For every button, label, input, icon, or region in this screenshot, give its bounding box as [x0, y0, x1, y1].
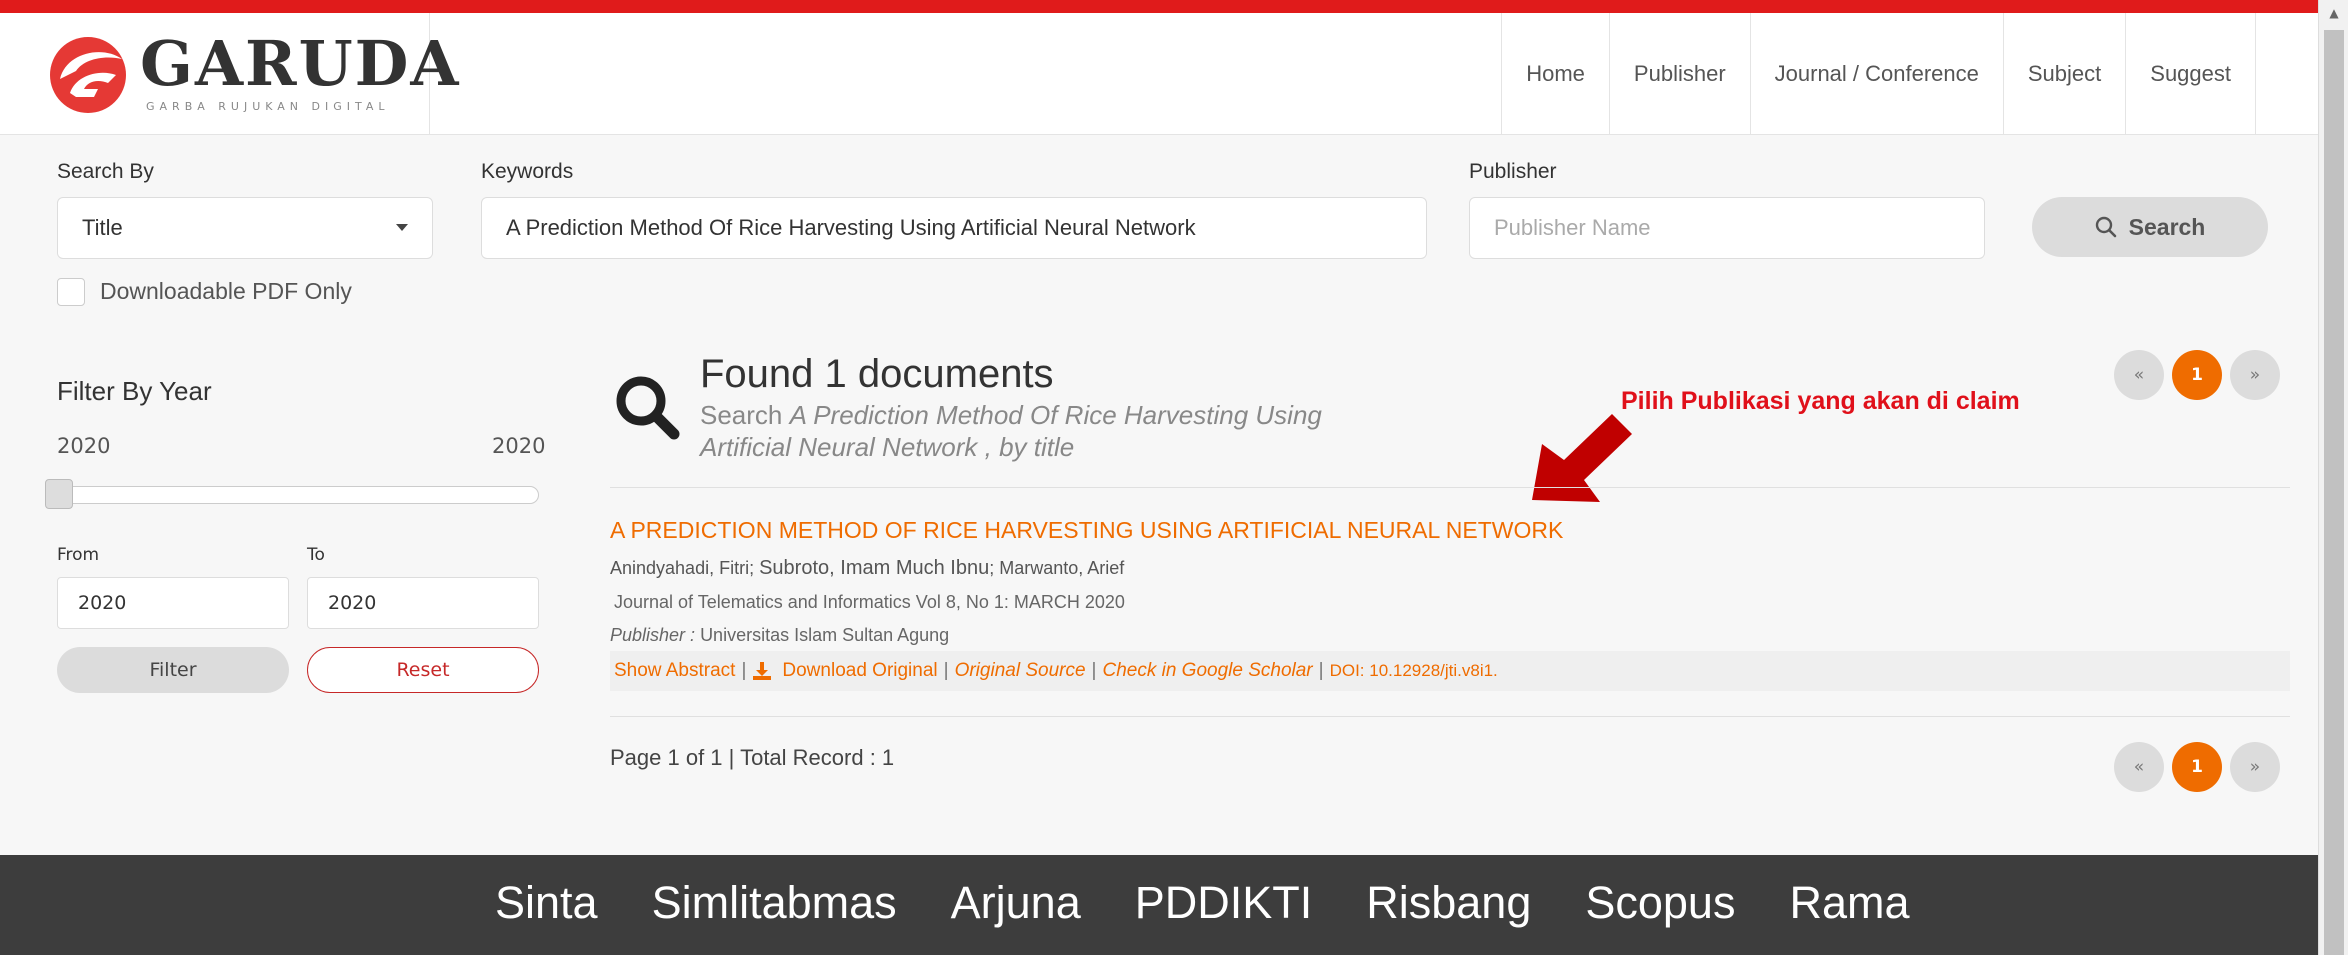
year-slider-handle[interactable]	[45, 479, 73, 509]
year-range-max: 2020	[492, 434, 546, 458]
publisher-prefix: Publisher :	[610, 625, 696, 645]
chevron-down-icon	[396, 224, 408, 231]
author-link[interactable]: Marwanto, Arief	[999, 558, 1124, 578]
keywords-input[interactable]: A Prediction Method Of Rice Harvesting U…	[481, 197, 1427, 259]
annotation-text: Pilih Publikasi yang akan di claim	[1621, 387, 2020, 415]
brand-name: GARUDA	[140, 27, 461, 100]
downloadable-pdf-checkbox[interactable]	[57, 278, 85, 306]
pagination-page-1[interactable]: 1	[2172, 350, 2222, 400]
footer-link-rama[interactable]: Rama	[1789, 877, 1909, 929]
author-link[interactable]: Subroto, Imam Much Ibnu	[759, 557, 989, 579]
show-abstract-link[interactable]: Show Abstract	[614, 660, 735, 682]
pagination-prev-button[interactable]: «	[2114, 350, 2164, 400]
main-nav: Home Publisher Journal / Conference Subj…	[1501, 13, 2256, 135]
separator: |	[1091, 660, 1097, 681]
found-documents-title: Found 1 documents	[700, 352, 1054, 396]
scrollbar-thumb[interactable]	[2324, 30, 2344, 955]
from-label: From	[57, 545, 100, 565]
nav-suggest[interactable]: Suggest	[2125, 13, 2256, 135]
download-original-link[interactable]: Download Original	[782, 660, 937, 682]
page-info: Page 1 of 1 | Total Record : 1	[610, 745, 895, 770]
footer-links: Sinta Simlitabmas Arjuna PDDIKTI Risbang…	[495, 877, 1910, 929]
results-divider-top	[610, 487, 2290, 488]
separator: |	[943, 660, 949, 681]
footer-link-pddikti[interactable]: PDDIKTI	[1135, 877, 1313, 929]
footer-link-scopus[interactable]: Scopus	[1585, 877, 1735, 929]
result-authors: Anindyahadi, Fitri; Subroto, Imam Much I…	[610, 557, 1125, 579]
footer-link-sinta[interactable]: Sinta	[495, 877, 598, 929]
footer-link-risbang[interactable]: Risbang	[1366, 877, 1531, 929]
search-summary-query: A Prediction Method Of Rice Harvesting U…	[789, 400, 1322, 430]
search-button[interactable]: Search	[2032, 197, 2268, 257]
publisher-input[interactable]: Publisher Name	[1469, 197, 1985, 259]
download-icon[interactable]	[752, 661, 772, 681]
downloadable-pdf-label[interactable]: Downloadable PDF Only	[100, 278, 352, 305]
pagination-top: « 1 »	[2114, 350, 2280, 400]
doi-link[interactable]: DOI: 10.12928/jti.v8i1.	[1330, 661, 1498, 681]
original-source-link[interactable]: Original Source	[955, 660, 1086, 682]
to-label: To	[307, 545, 325, 565]
search-icon	[2095, 216, 2116, 238]
garuda-logo-icon	[50, 37, 126, 113]
year-range-min: 2020	[57, 434, 111, 458]
footer-link-simlitabmas[interactable]: Simlitabmas	[652, 877, 897, 929]
separator: |	[1318, 660, 1324, 681]
keywords-label: Keywords	[481, 160, 574, 183]
nav-journal-conference[interactable]: Journal / Conference	[1749, 13, 2003, 135]
search-button-label: Search	[2128, 213, 2206, 240]
to-year-input[interactable]: 2020	[307, 577, 539, 629]
google-scholar-link[interactable]: Check in Google Scholar	[1102, 660, 1312, 682]
filter-button[interactable]: Filter	[57, 647, 289, 693]
nav-home[interactable]: Home	[1501, 13, 1609, 135]
publisher-name: Universitas Islam Sultan Agung	[700, 625, 950, 645]
from-year-input[interactable]: 2020	[57, 577, 289, 629]
brand-logo-link[interactable]: GARUDA GARBA RUJUKAN DIGITAL	[0, 13, 459, 135]
search-summary-line2: Artificial Neural Network , by title	[700, 432, 1075, 462]
filter-by-year-title: Filter By Year	[57, 376, 212, 406]
pagination-next-button[interactable]: »	[2230, 742, 2280, 792]
pagination-page-1[interactable]: 1	[2172, 742, 2222, 792]
footer: Sinta Simlitabmas Arjuna PDDIKTI Risbang…	[0, 855, 2318, 955]
pagination-next-button[interactable]: »	[2230, 350, 2280, 400]
search-by-label: Search By	[57, 160, 154, 183]
nav-publisher[interactable]: Publisher	[1608, 13, 1750, 135]
top-accent-bar	[0, 0, 2318, 13]
pagination-bottom: « 1 »	[2114, 742, 2280, 792]
separator: |	[741, 660, 747, 681]
search-summary-prefix: Search	[700, 400, 790, 430]
search-summary-line1: Search A Prediction Method Of Rice Harve…	[700, 400, 1322, 431]
result-publisher: Publisher : Universitas Islam Sultan Agu…	[610, 625, 949, 646]
footer-link-arjuna[interactable]: Arjuna	[951, 877, 1081, 929]
pagination-prev-button[interactable]: «	[2114, 742, 2164, 792]
result-title-link[interactable]: A PREDICTION METHOD OF RICE HARVESTING U…	[610, 517, 1563, 544]
navbar: GARUDA GARBA RUJUKAN DIGITAL Home Publis…	[0, 13, 2318, 135]
author-link[interactable]: Anindyahadi, Fitri	[610, 558, 749, 578]
results-divider-bottom	[610, 716, 2290, 717]
publisher-label: Publisher	[1469, 160, 1557, 183]
result-journal-link[interactable]: Journal of Telematics and Informatics Vo…	[614, 592, 1125, 613]
annotation-arrow-icon	[1532, 414, 1632, 502]
search-by-select[interactable]: Title	[57, 197, 433, 259]
search-icon	[616, 376, 680, 440]
brand-tagline: GARBA RUJUKAN DIGITAL	[146, 100, 390, 113]
search-by-value: Title	[82, 215, 123, 240]
scroll-up-arrow-icon[interactable]: ▲	[2319, 6, 2348, 20]
result-actions-bar: Show Abstract | Download Original | Orig…	[610, 651, 2290, 691]
reset-button[interactable]: Reset	[307, 647, 539, 693]
nav-subject[interactable]: Subject	[2002, 13, 2125, 135]
page-scrollbar[interactable]: ▲	[2318, 0, 2348, 955]
year-slider-track[interactable]	[57, 486, 539, 504]
